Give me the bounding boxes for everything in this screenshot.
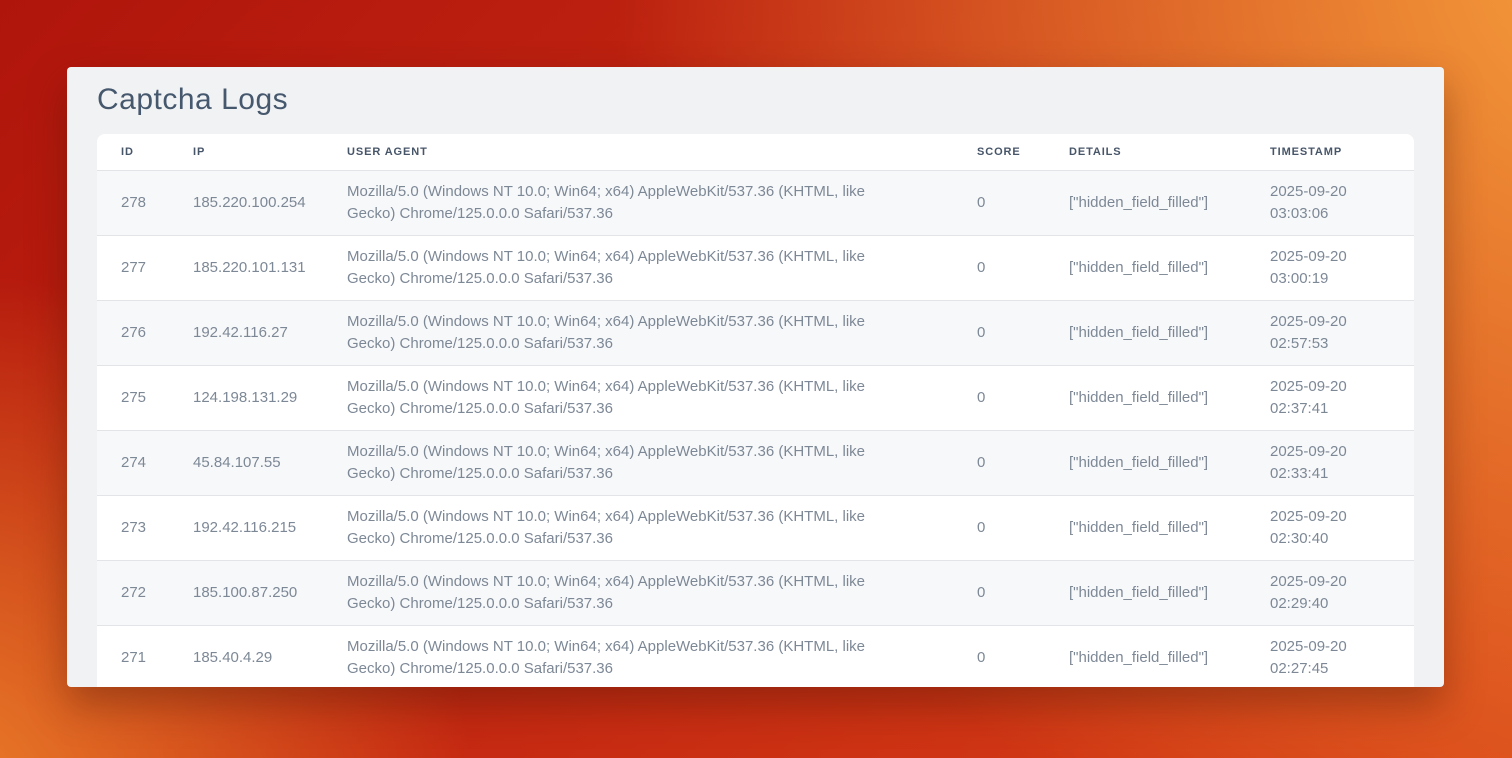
cell-id: 271 [97,625,169,687]
page-title: Captcha Logs [97,83,1414,117]
cell-timestamp: 2025-09-20 02:57:53 [1246,300,1414,365]
table-row: 271 185.40.4.29 Mozilla/5.0 (Windows NT … [97,625,1414,687]
cell-score: 0 [953,560,1045,625]
cell-score: 0 [953,495,1045,560]
cell-details: ["hidden_field_filled"] [1045,170,1246,235]
cell-ip: 45.84.107.55 [169,430,323,495]
column-header-score: SCORE [953,134,1045,170]
cell-score: 0 [953,300,1045,365]
cell-user-agent: Mozilla/5.0 (Windows NT 10.0; Win64; x64… [323,170,953,235]
cell-user-agent: Mozilla/5.0 (Windows NT 10.0; Win64; x64… [323,495,953,560]
cell-timestamp: 2025-09-20 03:03:06 [1246,170,1414,235]
cell-user-agent: Mozilla/5.0 (Windows NT 10.0; Win64; x64… [323,625,953,687]
cell-score: 0 [953,365,1045,430]
cell-user-agent: Mozilla/5.0 (Windows NT 10.0; Win64; x64… [323,560,953,625]
cell-details: ["hidden_field_filled"] [1045,300,1246,365]
cell-details: ["hidden_field_filled"] [1045,365,1246,430]
column-header-ip: IP [169,134,323,170]
cell-id: 273 [97,495,169,560]
cell-timestamp: 2025-09-20 02:30:40 [1246,495,1414,560]
column-header-details: DETAILS [1045,134,1246,170]
table-body: 278 185.220.100.254 Mozilla/5.0 (Windows… [97,170,1414,687]
cell-id: 278 [97,170,169,235]
cell-ip: 124.198.131.29 [169,365,323,430]
cell-timestamp: 2025-09-20 02:29:40 [1246,560,1414,625]
cell-id: 275 [97,365,169,430]
cell-user-agent: Mozilla/5.0 (Windows NT 10.0; Win64; x64… [323,365,953,430]
cell-details: ["hidden_field_filled"] [1045,560,1246,625]
captcha-logs-table-container: ID IP USER AGENT SCORE DETAILS TIMESTAMP… [97,134,1414,687]
cell-details: ["hidden_field_filled"] [1045,625,1246,687]
cell-id: 272 [97,560,169,625]
cell-details: ["hidden_field_filled"] [1045,430,1246,495]
cell-details: ["hidden_field_filled"] [1045,495,1246,560]
cell-id: 276 [97,300,169,365]
cell-timestamp: 2025-09-20 02:27:45 [1246,625,1414,687]
column-header-user-agent: USER AGENT [323,134,953,170]
table-header: ID IP USER AGENT SCORE DETAILS TIMESTAMP [97,134,1414,170]
cell-ip: 192.42.116.215 [169,495,323,560]
table-row: 278 185.220.100.254 Mozilla/5.0 (Windows… [97,170,1414,235]
table-row: 277 185.220.101.131 Mozilla/5.0 (Windows… [97,235,1414,300]
column-header-id: ID [97,134,169,170]
captcha-logs-table: ID IP USER AGENT SCORE DETAILS TIMESTAMP… [97,134,1414,687]
cell-ip: 185.40.4.29 [169,625,323,687]
table-row: 274 45.84.107.55 Mozilla/5.0 (Windows NT… [97,430,1414,495]
table-row: 273 192.42.116.215 Mozilla/5.0 (Windows … [97,495,1414,560]
table-row: 275 124.198.131.29 Mozilla/5.0 (Windows … [97,365,1414,430]
table-header-row: ID IP USER AGENT SCORE DETAILS TIMESTAMP [97,134,1414,170]
cell-ip: 192.42.116.27 [169,300,323,365]
cell-timestamp: 2025-09-20 02:33:41 [1246,430,1414,495]
cell-score: 0 [953,430,1045,495]
cell-ip: 185.220.101.131 [169,235,323,300]
cell-user-agent: Mozilla/5.0 (Windows NT 10.0; Win64; x64… [323,300,953,365]
cell-timestamp: 2025-09-20 02:37:41 [1246,365,1414,430]
cell-score: 0 [953,625,1045,687]
cell-ip: 185.220.100.254 [169,170,323,235]
table-row: 276 192.42.116.27 Mozilla/5.0 (Windows N… [97,300,1414,365]
table-row: 272 185.100.87.250 Mozilla/5.0 (Windows … [97,560,1414,625]
cell-id: 277 [97,235,169,300]
cell-id: 274 [97,430,169,495]
cell-user-agent: Mozilla/5.0 (Windows NT 10.0; Win64; x64… [323,430,953,495]
cell-score: 0 [953,170,1045,235]
column-header-timestamp: TIMESTAMP [1246,134,1414,170]
cell-ip: 185.100.87.250 [169,560,323,625]
cell-details: ["hidden_field_filled"] [1045,235,1246,300]
captcha-logs-card: Captcha Logs ID IP USER AGENT SCORE DETA… [67,67,1444,687]
cell-timestamp: 2025-09-20 03:00:19 [1246,235,1414,300]
cell-user-agent: Mozilla/5.0 (Windows NT 10.0; Win64; x64… [323,235,953,300]
cell-score: 0 [953,235,1045,300]
page-background: { "page": { "title": "Captcha Logs" }, "… [0,0,1512,758]
